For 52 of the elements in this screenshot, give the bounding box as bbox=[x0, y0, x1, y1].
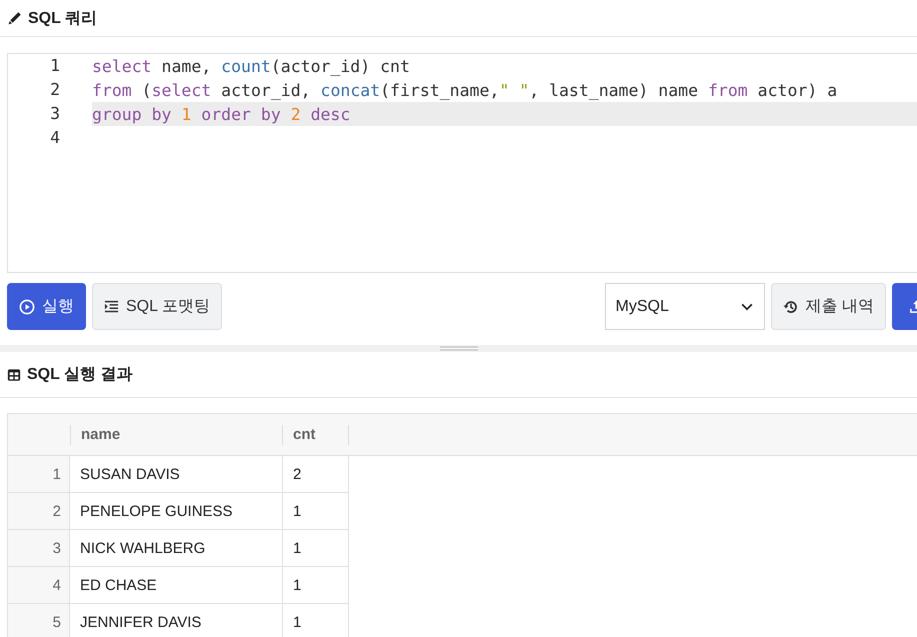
dialect-select[interactable]: MySQL bbox=[604, 283, 765, 330]
row-number: 2 bbox=[8, 493, 70, 529]
history-button[interactable]: 제출 내역 bbox=[770, 283, 886, 330]
keyword-token: order by bbox=[201, 104, 282, 124]
table-cell: 1 bbox=[282, 567, 349, 603]
row-number: 4 bbox=[8, 567, 70, 603]
pencil-icon bbox=[7, 10, 22, 26]
code-text: name, bbox=[160, 56, 212, 76]
line-number: 4 bbox=[49, 127, 61, 149]
table-cell-text: JENNIFER DAVIS bbox=[79, 612, 202, 632]
play-icon bbox=[19, 298, 35, 314]
row-number: 3 bbox=[8, 530, 70, 566]
row-number: 5 bbox=[8, 604, 70, 637]
history-icon bbox=[782, 298, 799, 314]
row-number: 1 bbox=[8, 456, 70, 492]
table-cell: 2 bbox=[282, 456, 349, 492]
code-editor[interactable]: 1 select name, count(actor_id) cnt 2 from (select actor_id, concat(first_name," ", last_name) name from actor) a 3 group by 1 order by 2 desc 4 bbox=[7, 53, 917, 273]
panel-title: SQL 실행 결과 bbox=[27, 365, 132, 385]
keyword-token: select bbox=[92, 56, 152, 76]
code-text: actor) a bbox=[756, 80, 838, 100]
table-cell-text: SUSAN DAVIS bbox=[79, 464, 181, 484]
code-text: (actor_id) cnt bbox=[270, 56, 410, 76]
resize-handle-icon[interactable] bbox=[440, 346, 478, 351]
number-token: 2 bbox=[290, 104, 302, 124]
code-text: ( bbox=[140, 80, 152, 100]
string-token: " " bbox=[499, 80, 530, 100]
indent-icon bbox=[104, 299, 119, 314]
table-cell: 1 bbox=[282, 493, 349, 529]
run-button[interactable]: 실행 bbox=[7, 283, 86, 330]
column-header[interactable]: name bbox=[81, 426, 120, 442]
table-cell-text: NICK WAHLBERG bbox=[79, 538, 206, 558]
code-text: , last_name) name bbox=[529, 80, 700, 100]
code-text: (first_name, bbox=[380, 80, 500, 100]
line-number: 1 bbox=[49, 55, 61, 77]
column-header[interactable]: cnt bbox=[293, 426, 316, 442]
keyword-token: from bbox=[708, 80, 748, 100]
keyword-token: from bbox=[92, 80, 132, 100]
table-cell-text: ED CHASE bbox=[79, 576, 158, 596]
number-token: 1 bbox=[181, 104, 192, 124]
function-token: concat bbox=[320, 80, 380, 100]
keyword-token: select bbox=[152, 80, 212, 100]
format-button[interactable]: SQL 포맷팅 bbox=[92, 283, 222, 330]
table-icon bbox=[7, 368, 21, 382]
line-number: 2 bbox=[49, 79, 61, 101]
keyword-token: group by bbox=[92, 104, 172, 124]
table-cell: 1 bbox=[282, 604, 349, 637]
function-token: count bbox=[221, 56, 271, 76]
table-cell: 1 bbox=[282, 530, 349, 566]
keyword-token: desc bbox=[310, 104, 350, 124]
code-text: actor_id, bbox=[220, 80, 312, 100]
panel-title: SQL 쿼리 bbox=[28, 8, 98, 28]
table-cell-text: PENELOPE GUINESS bbox=[79, 502, 234, 522]
